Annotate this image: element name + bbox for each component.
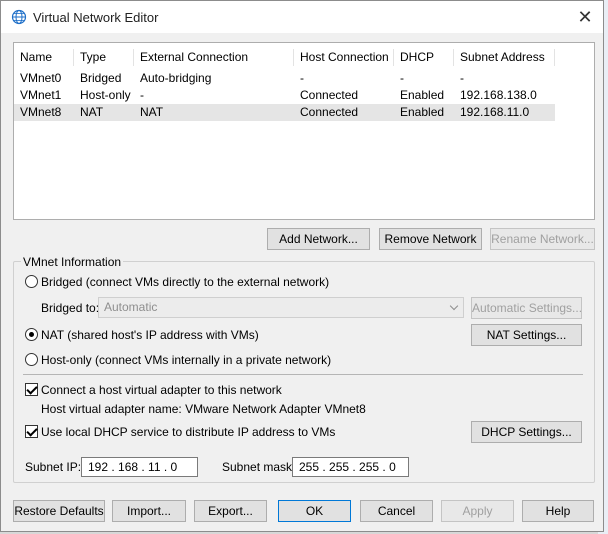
connect-adapter-checkbox[interactable]	[25, 383, 38, 396]
table-cell: 192.168.138.0	[460, 88, 537, 102]
dhcp-checkbox[interactable]	[25, 425, 38, 438]
table-cell: Enabled	[400, 105, 445, 119]
title-bar: Virtual Network Editor ✕	[1, 1, 603, 33]
connect-adapter-label[interactable]: Connect a host virtual adapter to this n…	[41, 382, 282, 398]
table-cell: -	[140, 88, 144, 102]
dhcp-settings-button[interactable]: DHCP Settings...	[471, 421, 582, 443]
column-header[interactable]: DHCP	[394, 49, 454, 66]
close-icon: ✕	[577, 6, 593, 27]
table-cell: Connected	[300, 105, 359, 119]
subnet-mask-field[interactable]: 255 . 255 . 255 . 0	[292, 457, 409, 477]
restore-defaults-button[interactable]: Restore Defaults	[13, 500, 105, 522]
bridged-label[interactable]: Bridged (connect VMs directly to the ext…	[41, 274, 329, 290]
table-row-selected[interactable]: VMnet8 NAT NAT Connected Enabled 192.168…	[14, 104, 555, 121]
table-cell: -	[460, 71, 464, 85]
close-button[interactable]: ✕	[571, 3, 599, 31]
add-network-button[interactable]: Add Network...	[267, 228, 370, 250]
cancel-button[interactable]: Cancel	[360, 500, 433, 522]
subnet-ip-field[interactable]: 192 . 168 . 11 . 0	[81, 457, 198, 477]
export-button[interactable]: Export...	[194, 500, 267, 522]
table-cell: VMnet1	[20, 88, 62, 102]
table-cell: NAT	[80, 105, 104, 119]
column-header[interactable]: Type	[74, 49, 134, 66]
table-cell: Enabled	[400, 88, 445, 102]
help-button[interactable]: Help	[522, 500, 594, 522]
vmnet-information-group	[13, 261, 595, 483]
virtual-network-editor-dialog: Virtual Network Editor ✕ Name Type Exter…	[0, 0, 604, 532]
subnet-ip-label: Subnet IP:	[25, 460, 82, 474]
bridged-radio[interactable]	[25, 275, 38, 288]
table-row[interactable]: VMnet1 Host-only - Connected Enabled 192…	[14, 87, 555, 104]
bridged-to-label: Bridged to:	[41, 301, 100, 315]
table-cell: Bridged	[80, 71, 122, 85]
table-cell: Host-only	[80, 88, 131, 102]
table-cell: 192.168.11.0	[460, 105, 530, 119]
adapter-name-text: Host virtual adapter name: VMware Networ…	[41, 402, 366, 416]
column-header[interactable]: Subnet Address	[454, 49, 555, 66]
window-title: Virtual Network Editor	[33, 10, 159, 25]
table-cell: NAT	[140, 105, 164, 119]
dhcp-label[interactable]: Use local DHCP service to distribute IP …	[41, 424, 335, 440]
table-cell: Connected	[300, 88, 359, 102]
column-header[interactable]: Host Connection	[294, 49, 394, 66]
nat-settings-button[interactable]: NAT Settings...	[471, 324, 582, 346]
nat-label[interactable]: NAT (shared host's IP address with VMs)	[41, 327, 259, 343]
table-cell: VMnet8	[20, 105, 62, 119]
remove-network-button[interactable]: Remove Network	[379, 228, 482, 250]
apply-button[interactable]: Apply	[441, 500, 514, 522]
divider	[23, 374, 583, 375]
table-cell: Auto-bridging	[140, 71, 212, 85]
table-cell: -	[400, 71, 404, 85]
table-header: Name Type External Connection Host Conne…	[14, 49, 555, 66]
nat-radio[interactable]	[25, 328, 38, 341]
chevron-down-icon	[449, 301, 459, 311]
bridged-to-select[interactable]: Automatic	[98, 297, 464, 318]
table-cell: -	[300, 71, 304, 85]
column-header[interactable]: External Connection	[134, 49, 294, 66]
host-only-label[interactable]: Host-only (connect VMs internally in a p…	[41, 352, 331, 368]
column-header[interactable]: Name	[14, 49, 74, 66]
bridged-to-value: Automatic	[104, 300, 158, 314]
table-cell: VMnet0	[20, 71, 62, 85]
network-table[interactable]: Name Type External Connection Host Conne…	[13, 42, 595, 220]
rename-network-button[interactable]: Rename Network...	[490, 228, 595, 250]
group-title: VMnet Information	[21, 255, 124, 269]
globe-icon	[11, 9, 27, 25]
subnet-mask-label: Subnet mask:	[222, 460, 296, 474]
import-button[interactable]: Import...	[112, 500, 186, 522]
automatic-settings-button[interactable]: Automatic Settings...	[471, 297, 582, 319]
host-only-radio[interactable]	[25, 353, 38, 366]
ok-button[interactable]: OK	[278, 500, 351, 522]
table-row[interactable]: VMnet0 Bridged Auto-bridging - - -	[14, 70, 555, 87]
